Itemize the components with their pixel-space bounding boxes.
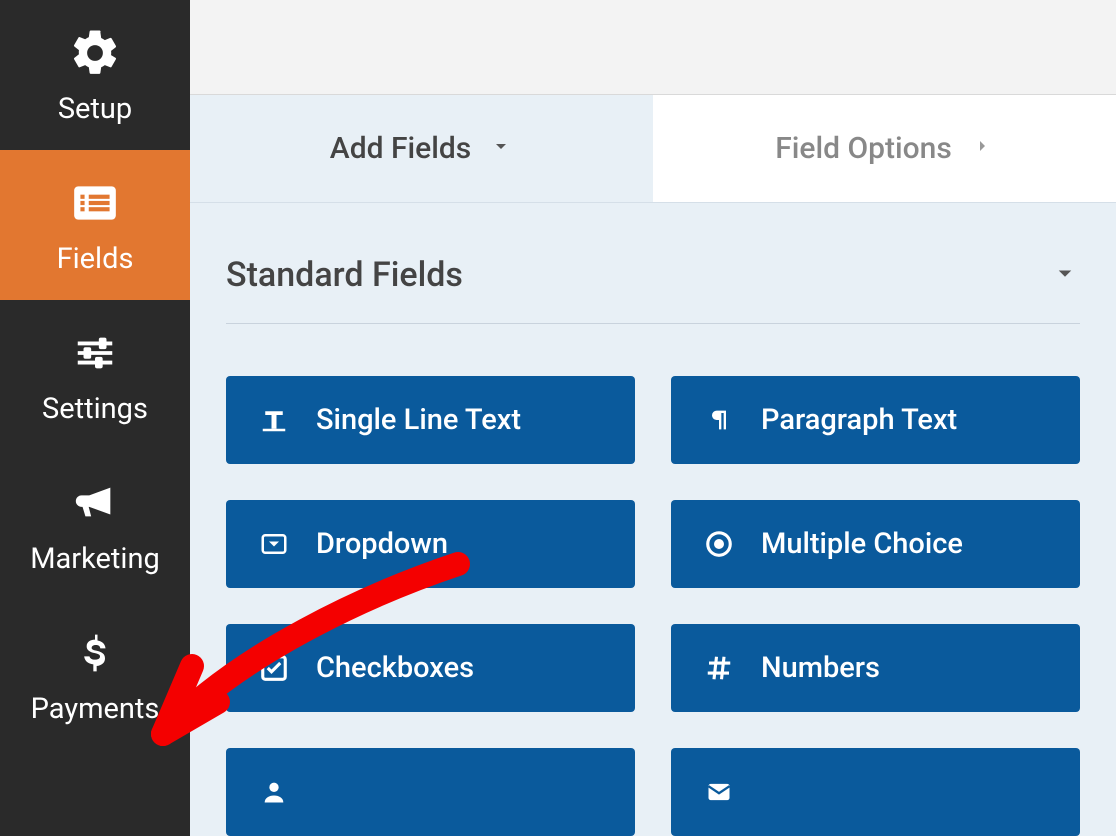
dollar-icon [65,628,125,678]
content: Standard Fields Single Line Text Paragra… [190,203,1116,836]
field-item[interactable] [671,748,1080,836]
tab-label: Field Options [775,131,952,166]
field-label: Single Line Text [316,403,521,437]
field-label: Multiple Choice [761,527,963,561]
tab-add-fields[interactable]: Add Fields [190,95,653,202]
tab-field-options[interactable]: Field Options [653,95,1116,202]
topbar [190,0,1116,95]
field-label: Dropdown [316,527,448,561]
sidebar-item-marketing[interactable]: Marketing [0,450,190,600]
field-label: Paragraph Text [761,403,957,437]
field-paragraph-text[interactable]: Paragraph Text [671,376,1080,464]
paragraph-icon [701,406,737,434]
sidebar-item-label: Payments [31,692,160,726]
envelope-icon [701,778,737,806]
chevron-down-icon [489,131,513,166]
field-multiple-choice[interactable]: Multiple Choice [671,500,1080,588]
gear-icon [65,28,125,78]
field-checkboxes[interactable]: Checkboxes [226,624,635,712]
field-numbers[interactable]: Numbers [671,624,1080,712]
hash-icon [701,653,737,683]
field-label: Numbers [761,651,880,685]
field-single-line-text[interactable]: Single Line Text [226,376,635,464]
section-header[interactable]: Standard Fields [226,203,1080,324]
field-label: Checkboxes [316,651,474,685]
tab-label: Add Fields [330,131,471,166]
radio-icon [701,529,737,559]
field-item[interactable] [226,748,635,836]
field-dropdown[interactable]: Dropdown [226,500,635,588]
sidebar-item-setup[interactable]: Setup [0,0,190,150]
sidebar-item-fields[interactable]: Fields [0,150,190,300]
sidebar: Setup Fields Settings Marketing Payments [0,0,190,836]
main-panel: Add Fields Field Options Standard Fields [190,0,1116,836]
dropdown-icon [256,529,292,559]
fields-icon [65,178,125,228]
bullhorn-icon [65,478,125,528]
checkbox-icon [256,653,292,683]
sidebar-item-label: Settings [42,392,148,426]
sidebar-item-label: Marketing [30,542,160,576]
sidebar-item-payments[interactable]: Payments [0,600,190,750]
sidebar-item-settings[interactable]: Settings [0,300,190,450]
field-grid: Single Line Text Paragraph Text Dropdown… [226,376,1080,836]
sliders-icon [65,328,125,378]
chevron-down-icon [1050,258,1080,292]
sidebar-item-label: Fields [57,242,134,276]
person-icon [256,778,292,806]
section-title: Standard Fields [226,255,463,295]
text-icon [256,405,292,435]
chevron-right-icon [970,131,994,166]
sidebar-item-label: Setup [58,92,132,126]
tabs: Add Fields Field Options [190,95,1116,203]
